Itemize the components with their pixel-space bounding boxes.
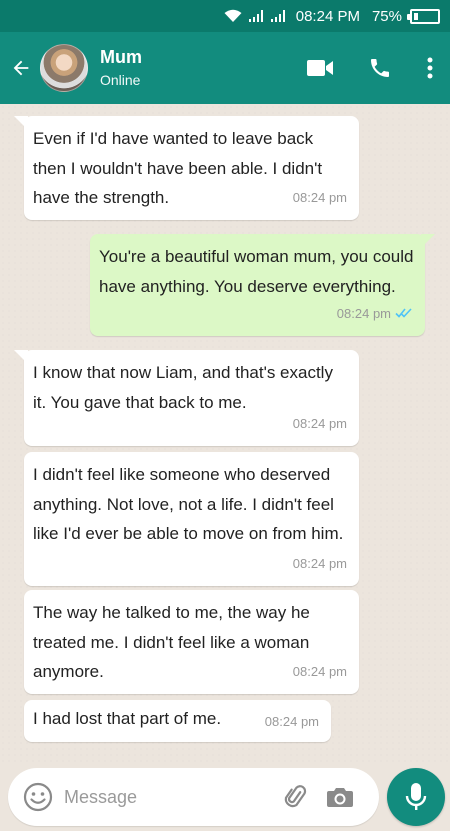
- chat-area[interactable]: Even if I'd have wanted to leave back th…: [0, 104, 450, 762]
- attach-button[interactable]: [274, 768, 318, 826]
- emoji-icon: [23, 782, 53, 812]
- message-time: 08:24 pm: [292, 189, 347, 205]
- video-call-icon: [307, 60, 333, 76]
- more-options-button[interactable]: [410, 32, 450, 104]
- message-bubble-incoming[interactable]: I know that now Liam, and that's exactly…: [14, 350, 359, 446]
- message-bubble-incoming[interactable]: I had lost that part of me. 08:24 pm: [24, 700, 331, 742]
- back-arrow-icon: [13, 60, 29, 76]
- message-time: 08:24 pm: [292, 663, 347, 679]
- contact-status: Online: [100, 72, 141, 88]
- read-ticks-icon: [395, 308, 412, 318]
- contact-name: Mum: [100, 47, 142, 67]
- message-bubble-incoming[interactable]: Even if I'd have wanted to leave back th…: [14, 116, 359, 220]
- message-meta: 08:24 pm: [337, 299, 413, 329]
- mic-icon: [405, 783, 427, 810]
- emoji-button[interactable]: [12, 768, 64, 826]
- message-meta: 08:24 pm: [293, 549, 347, 579]
- signal-icon: [270, 9, 286, 23]
- bubble-tail: [14, 350, 28, 364]
- message-time: 08:24 pm: [292, 415, 347, 431]
- message-meta: 08:24 pm: [293, 183, 347, 213]
- message-bubble-outgoing[interactable]: You're a beautiful woman mum, you could …: [90, 234, 435, 336]
- message-time: 08:24 pm: [292, 555, 347, 571]
- contact-info[interactable]: Mum Online: [100, 46, 142, 90]
- bubble-tail: [421, 234, 435, 248]
- message-meta: 08:24 pm: [265, 707, 319, 737]
- header-actions: [290, 32, 450, 104]
- wifi-icon: [224, 9, 242, 23]
- back-button[interactable]: [2, 32, 40, 104]
- more-vert-icon: [427, 57, 433, 79]
- paperclip-icon: [284, 785, 307, 808]
- message-meta: 08:24 pm: [293, 657, 347, 687]
- battery-icon: [407, 8, 440, 24]
- phone-icon: [371, 59, 389, 77]
- message-time: 08:24 pm: [264, 713, 319, 729]
- mic-button[interactable]: [387, 768, 445, 826]
- signal-icon: [248, 9, 264, 23]
- message-time: 08:24 pm: [336, 305, 391, 321]
- message-bubble-incoming[interactable]: The way he talked to me, the way he trea…: [24, 590, 359, 694]
- video-call-button[interactable]: [290, 32, 350, 104]
- status-time: 08:24 PM: [295, 7, 360, 25]
- message-text: I didn't feel like someone who deserved …: [33, 465, 344, 543]
- chat-header: Mum Online: [0, 32, 450, 104]
- camera-button[interactable]: [318, 768, 362, 826]
- message-text: You're a beautiful woman mum, you could …: [99, 247, 419, 296]
- message-input[interactable]: [64, 786, 264, 808]
- message-meta: 08:24 pm: [293, 409, 347, 439]
- camera-icon: [327, 788, 353, 807]
- bubble-tail: [14, 116, 28, 130]
- battery-percent: 75%: [371, 7, 402, 25]
- status-bar: 08:24 PM 75%: [0, 0, 450, 32]
- avatar[interactable]: [40, 44, 88, 92]
- message-bubble-incoming[interactable]: I didn't feel like someone who deserved …: [24, 452, 359, 586]
- voice-call-button[interactable]: [350, 32, 410, 104]
- message-composer: [8, 768, 379, 826]
